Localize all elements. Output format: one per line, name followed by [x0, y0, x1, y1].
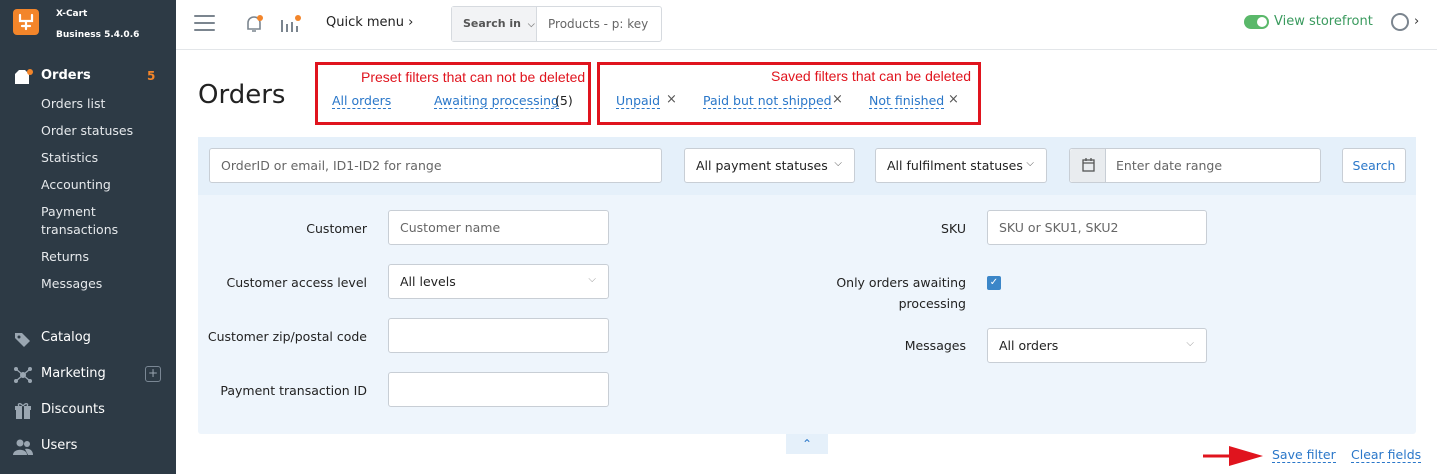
- sidebar-item-label: Orders: [41, 68, 91, 83]
- sidebar: X-Cart Business 5.4.0.6 Orders 5 Orders …: [0, 0, 176, 474]
- payment-status-value: All payment statuses: [696, 158, 828, 173]
- sku-label: SKU: [941, 221, 966, 236]
- awaiting-count: (5): [555, 93, 573, 108]
- chevron-up-icon: ⌃: [801, 437, 813, 451]
- topbar: Quick menu › Search in ⌵ View storefront…: [176, 0, 1437, 50]
- remove-filter-not-finished-icon[interactable]: ×: [948, 92, 959, 107]
- storefront-toggle-icon[interactable]: [1244, 15, 1269, 29]
- brand-name: X-Cart: [56, 9, 88, 19]
- order-id-input[interactable]: [209, 148, 662, 183]
- date-range-field[interactable]: [1069, 148, 1321, 183]
- chevron-down-icon: ⌵: [1026, 158, 1034, 169]
- customer-label: Customer: [306, 221, 367, 236]
- xcart-logo-icon: [13, 9, 39, 35]
- sku-input[interactable]: [987, 210, 1207, 245]
- chevron-down-icon: ⌵: [834, 158, 842, 169]
- search-in-dropdown[interactable]: Search in ⌵: [452, 7, 537, 41]
- sidebar-subitem-returns[interactable]: Returns: [41, 248, 89, 266]
- calendar-icon[interactable]: [1070, 149, 1106, 182]
- orders-count-badge: 5: [147, 69, 156, 83]
- access-level-value: All levels: [400, 274, 456, 289]
- sidebar-item-label: Catalog: [41, 330, 91, 345]
- customer-name-input[interactable]: [388, 210, 609, 245]
- sidebar-subitem-messages[interactable]: Messages: [41, 275, 102, 293]
- add-marketing-button[interactable]: +: [145, 366, 161, 382]
- search-in-label: Search in: [463, 17, 522, 30]
- filter-awaiting-processing[interactable]: Awaiting processing: [434, 93, 559, 109]
- header-search: Search in ⌵: [451, 6, 662, 42]
- header-search-input[interactable]: [537, 7, 661, 41]
- gift-icon: [13, 402, 33, 420]
- sidebar-item-label: Marketing: [41, 366, 106, 381]
- sidebar-subitem-transactions[interactable]: transactions: [41, 221, 118, 239]
- brand-version: Business 5.4.0.6: [56, 30, 140, 40]
- messages-value: All orders: [999, 338, 1059, 353]
- bell-icon[interactable]: [244, 14, 264, 34]
- zip-label: Customer zip/postal code: [207, 329, 367, 344]
- messages-label: Messages: [904, 338, 966, 353]
- access-level-label: Customer access level: [226, 275, 367, 290]
- menu-toggle-icon[interactable]: [194, 15, 215, 33]
- fulfilment-status-value: All fulfilment statuses: [887, 158, 1023, 173]
- remove-filter-unpaid-icon[interactable]: ×: [666, 92, 677, 107]
- sidebar-item-catalog[interactable]: Catalog: [0, 327, 176, 351]
- filter-panel: All payment statuses ⌵ All fulfilment st…: [198, 137, 1416, 434]
- chevron-down-icon: ⌵: [1186, 338, 1194, 349]
- payment-status-select[interactable]: All payment statuses ⌵: [684, 148, 855, 183]
- saved-filters-note: Saved filters that can be deleted: [771, 68, 972, 84]
- sidebar-subitem-order-statuses[interactable]: Order statuses: [41, 122, 133, 140]
- sidebar-item-marketing[interactable]: Marketing +: [0, 363, 176, 387]
- users-icon: [13, 438, 33, 456]
- sidebar-subitem-orders-list[interactable]: Orders list: [41, 95, 105, 113]
- sidebar-item-discounts[interactable]: Discounts: [0, 399, 176, 423]
- marketing-icon: [13, 366, 33, 384]
- filter-unpaid[interactable]: Unpaid: [616, 93, 661, 109]
- chevron-down-icon: ⌵: [588, 274, 596, 285]
- sidebar-item-orders[interactable]: Orders 5: [0, 65, 176, 89]
- chevron-down-icon: ⌵: [527, 20, 535, 30]
- sidebar-subitem-accounting[interactable]: Accounting: [41, 176, 111, 194]
- brand[interactable]: X-Cart Business 5.4.0.6: [0, 0, 176, 50]
- user-menu-chevron-icon[interactable]: ›: [1414, 14, 1419, 29]
- sidebar-item-label: Users: [41, 438, 78, 453]
- view-storefront-label: View storefront: [1274, 14, 1373, 29]
- awaiting-label-line2: processing: [898, 296, 966, 311]
- page-title: Orders: [198, 80, 286, 110]
- orders-icon: [13, 68, 33, 86]
- filter-all-orders[interactable]: All orders: [332, 93, 392, 109]
- access-level-select[interactable]: All levels ⌵: [388, 264, 609, 299]
- sidebar-subitem-statistics[interactable]: Statistics: [41, 149, 98, 167]
- quick-menu-button[interactable]: Quick menu ›: [326, 15, 413, 30]
- filter-not-finished[interactable]: Not finished: [869, 93, 945, 109]
- sidebar-item-label: Discounts: [41, 402, 105, 417]
- transaction-id-label: Payment transaction ID: [220, 383, 367, 398]
- awaiting-label-line1: Only orders awaiting: [836, 275, 966, 290]
- sidebar-subitem-payment[interactable]: Payment: [41, 203, 96, 221]
- remove-filter-paid-not-shipped-icon[interactable]: ×: [832, 92, 843, 107]
- awaiting-processing-checkbox[interactable]: ✓: [987, 276, 1001, 290]
- zip-input[interactable]: [388, 318, 609, 353]
- date-range-input[interactable]: [1069, 148, 1321, 183]
- search-button[interactable]: Search: [1342, 148, 1406, 183]
- user-avatar-icon[interactable]: [1391, 13, 1409, 31]
- sidebar-item-users[interactable]: Users: [0, 435, 176, 459]
- save-filter-link[interactable]: Save filter: [1272, 447, 1336, 463]
- red-arrow-annotation-icon: [1203, 446, 1263, 466]
- preset-filters-note: Preset filters that can not be deleted: [361, 69, 586, 85]
- filter-paid-not-shipped[interactable]: Paid but not shipped: [703, 93, 832, 109]
- filter-top-row: All payment statuses ⌵ All fulfilment st…: [198, 137, 1416, 195]
- fulfilment-status-select[interactable]: All fulfilment statuses ⌵: [875, 148, 1047, 183]
- messages-select[interactable]: All orders ⌵: [987, 328, 1207, 363]
- transaction-id-input[interactable]: [388, 372, 609, 407]
- clear-fields-link[interactable]: Clear fields: [1351, 447, 1422, 463]
- collapse-filters-button[interactable]: ⌃: [786, 434, 828, 454]
- tag-icon: [13, 330, 33, 348]
- stats-chart-icon[interactable]: [280, 14, 302, 34]
